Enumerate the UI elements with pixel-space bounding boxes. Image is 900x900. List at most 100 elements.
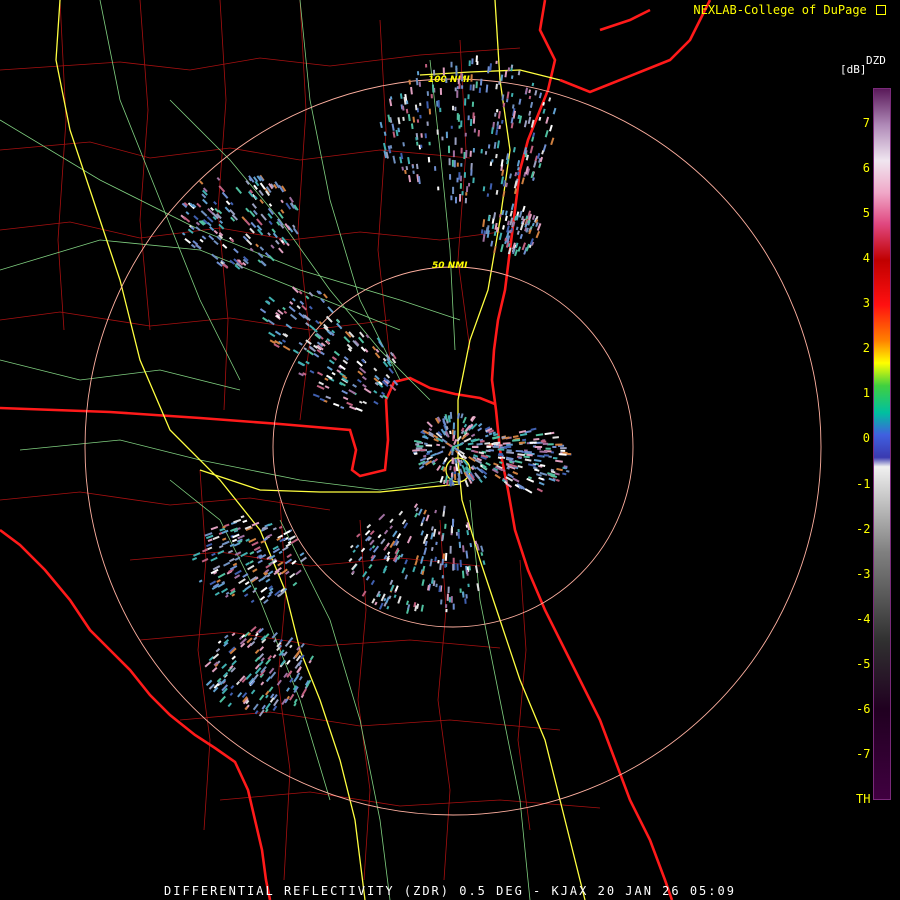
radar-echo (271, 228, 276, 234)
radar-echo (402, 116, 405, 121)
radar-echo (308, 305, 313, 310)
radar-echo (374, 352, 381, 359)
radar-echo (524, 488, 533, 494)
radar-echo (250, 221, 257, 229)
product-caption: DIFFERENTIAL REFLECTIVITY (ZDR) 0.5 DEG … (164, 884, 736, 898)
radar-echo (200, 210, 208, 217)
radar-echo (414, 512, 419, 518)
radar-echo (439, 563, 442, 570)
radar-echo (245, 673, 252, 681)
radar-echo (393, 594, 397, 599)
radar-echo (448, 597, 451, 603)
credit-text[interactable]: NEXLAB-College of DuPage (693, 3, 886, 17)
radar-echo (528, 110, 532, 116)
radar-echo (533, 438, 540, 441)
radar-echo (514, 171, 518, 177)
radar-echo (465, 186, 469, 193)
radar-echo (443, 456, 448, 463)
radar-echo (535, 230, 541, 239)
radar-echo (268, 296, 276, 303)
radar-echo (260, 213, 267, 221)
radar-echo (425, 514, 430, 522)
radar-echo (506, 451, 514, 454)
radar-echo (410, 86, 413, 95)
radar-echo (441, 446, 445, 449)
radar-echo (309, 369, 315, 374)
radar-echo (475, 466, 482, 472)
radar-echo (401, 166, 405, 171)
radar-echo (452, 150, 455, 158)
radar-echo (289, 644, 293, 649)
radar-echo (456, 177, 459, 183)
radar-echo (549, 124, 553, 132)
radar-echo (192, 240, 199, 246)
radar-echo (552, 446, 557, 448)
radar-echo (470, 169, 473, 176)
radar-echo (498, 232, 503, 241)
radar-echo (268, 203, 273, 207)
radar-echo (343, 356, 349, 361)
legend-tick-label: 0 (862, 431, 870, 446)
radar-echo (234, 569, 242, 576)
radar-echo (373, 367, 378, 372)
radar-echo (328, 359, 335, 365)
radar-echo (444, 523, 447, 529)
radar-echo (428, 108, 432, 115)
radar-echo (284, 640, 291, 648)
radar-echo (534, 90, 538, 96)
radar-echo (529, 441, 537, 444)
radar-echo (512, 146, 516, 153)
radar-echo (555, 478, 560, 482)
radar-echo (458, 541, 462, 549)
radar-echo (259, 182, 266, 190)
radar-echo (451, 159, 454, 167)
radar-echo (253, 636, 258, 641)
radar-echo (456, 113, 459, 120)
radar-echo (460, 413, 464, 419)
radar-echo (436, 450, 444, 455)
radar-echo (471, 445, 479, 448)
radar-echo (407, 156, 411, 165)
radar-echo (234, 556, 241, 561)
radar-echo (522, 438, 527, 442)
radar-echo (265, 702, 271, 710)
radar-echo (394, 585, 399, 592)
radar-echo (470, 433, 476, 438)
radar-echo (510, 203, 515, 211)
radar-echo (455, 67, 458, 76)
radar-echo (251, 521, 260, 527)
radar-echo (300, 643, 305, 648)
radar-echo (510, 75, 514, 79)
radar-echo (235, 186, 243, 195)
radar-echo (249, 227, 255, 234)
legend-tick-label: -3 (856, 566, 871, 581)
range-ring-label-50: 50 NMI (432, 261, 468, 271)
radar-echo (242, 519, 248, 524)
radar-echo (519, 233, 523, 240)
radar-echo (437, 186, 440, 191)
radar-echo (397, 117, 401, 125)
radar-echo (538, 476, 545, 481)
radar-echo (212, 653, 220, 660)
radar-echo (283, 310, 288, 315)
radar-echo (360, 547, 366, 553)
radar-echo (542, 108, 546, 114)
radar-echo (374, 601, 378, 606)
radar-echo (439, 475, 444, 484)
radar-echo (265, 578, 271, 583)
radar-echo (462, 592, 465, 598)
radar-echo (510, 92, 514, 97)
radar-echo (348, 389, 356, 395)
radar-echo (429, 558, 433, 567)
radar-echo (254, 649, 260, 654)
radar-echo (299, 552, 305, 557)
radar-echo (217, 572, 226, 579)
radar-echo (494, 473, 501, 479)
radar-echo (485, 461, 491, 467)
radar-echo (437, 559, 440, 564)
radar-echo (258, 694, 265, 701)
radar-echo (382, 357, 387, 362)
radar-echo (407, 113, 411, 122)
radar-echo (240, 515, 245, 519)
radar-echo (516, 160, 521, 167)
